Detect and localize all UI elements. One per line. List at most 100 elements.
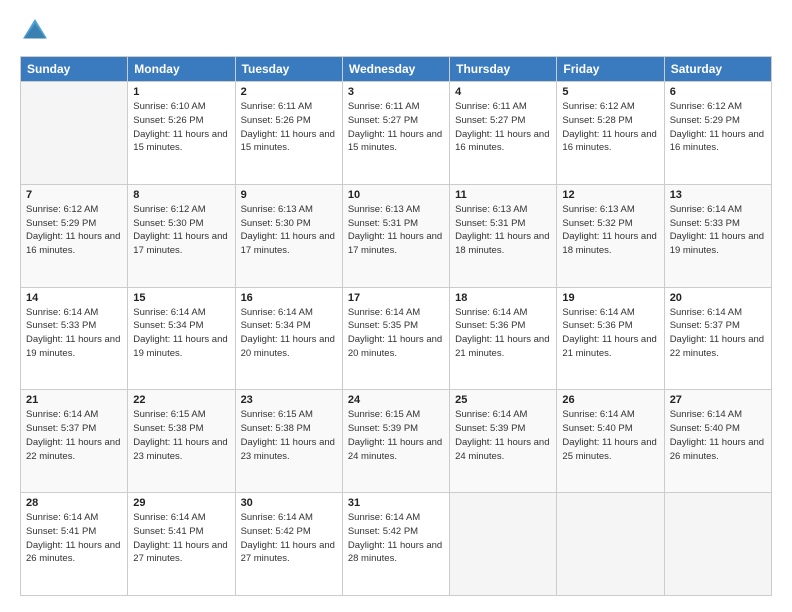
day-number: 23 (241, 394, 337, 406)
day-detail: Sunrise: 6:13 AMSunset: 5:32 PMDaylight:… (562, 203, 658, 258)
day-detail: Sunrise: 6:12 AMSunset: 5:29 PMDaylight:… (26, 203, 122, 258)
day-cell: 31 Sunrise: 6:14 AMSunset: 5:42 PMDaylig… (342, 493, 449, 596)
day-number: 18 (455, 292, 551, 304)
day-cell: 20 Sunrise: 6:14 AMSunset: 5:37 PMDaylig… (664, 287, 771, 390)
day-number: 17 (348, 292, 444, 304)
day-number: 8 (133, 189, 229, 201)
day-number: 21 (26, 394, 122, 406)
day-cell: 10 Sunrise: 6:13 AMSunset: 5:31 PMDaylig… (342, 184, 449, 287)
day-number: 19 (562, 292, 658, 304)
day-detail: Sunrise: 6:14 AMSunset: 5:40 PMDaylight:… (670, 408, 766, 463)
day-number: 7 (26, 189, 122, 201)
day-detail: Sunrise: 6:13 AMSunset: 5:31 PMDaylight:… (455, 203, 551, 258)
day-cell: 2 Sunrise: 6:11 AMSunset: 5:26 PMDayligh… (235, 82, 342, 185)
day-number: 6 (670, 86, 766, 98)
day-detail: Sunrise: 6:15 AMSunset: 5:39 PMDaylight:… (348, 408, 444, 463)
day-detail: Sunrise: 6:14 AMSunset: 5:35 PMDaylight:… (348, 306, 444, 361)
day-number: 31 (348, 497, 444, 509)
day-detail: Sunrise: 6:11 AMSunset: 5:27 PMDaylight:… (348, 100, 444, 155)
day-cell: 17 Sunrise: 6:14 AMSunset: 5:35 PMDaylig… (342, 287, 449, 390)
day-detail: Sunrise: 6:14 AMSunset: 5:34 PMDaylight:… (241, 306, 337, 361)
day-cell: 14 Sunrise: 6:14 AMSunset: 5:33 PMDaylig… (21, 287, 128, 390)
week-row-2: 7 Sunrise: 6:12 AMSunset: 5:29 PMDayligh… (21, 184, 772, 287)
day-cell (557, 493, 664, 596)
day-number: 5 (562, 86, 658, 98)
day-number: 20 (670, 292, 766, 304)
week-row-1: 1 Sunrise: 6:10 AMSunset: 5:26 PMDayligh… (21, 82, 772, 185)
day-number: 15 (133, 292, 229, 304)
col-header-saturday: Saturday (664, 57, 771, 82)
day-number: 3 (348, 86, 444, 98)
day-number: 24 (348, 394, 444, 406)
header (20, 16, 772, 46)
day-cell: 23 Sunrise: 6:15 AMSunset: 5:38 PMDaylig… (235, 390, 342, 493)
calendar-table: SundayMondayTuesdayWednesdayThursdayFrid… (20, 56, 772, 596)
header-row: SundayMondayTuesdayWednesdayThursdayFrid… (21, 57, 772, 82)
day-cell: 5 Sunrise: 6:12 AMSunset: 5:28 PMDayligh… (557, 82, 664, 185)
week-row-4: 21 Sunrise: 6:14 AMSunset: 5:37 PMDaylig… (21, 390, 772, 493)
day-cell: 21 Sunrise: 6:14 AMSunset: 5:37 PMDaylig… (21, 390, 128, 493)
day-cell: 11 Sunrise: 6:13 AMSunset: 5:31 PMDaylig… (450, 184, 557, 287)
day-cell: 15 Sunrise: 6:14 AMSunset: 5:34 PMDaylig… (128, 287, 235, 390)
day-number: 29 (133, 497, 229, 509)
day-number: 22 (133, 394, 229, 406)
week-row-3: 14 Sunrise: 6:14 AMSunset: 5:33 PMDaylig… (21, 287, 772, 390)
day-cell: 3 Sunrise: 6:11 AMSunset: 5:27 PMDayligh… (342, 82, 449, 185)
day-number: 2 (241, 86, 337, 98)
day-detail: Sunrise: 6:14 AMSunset: 5:41 PMDaylight:… (26, 511, 122, 566)
day-cell: 6 Sunrise: 6:12 AMSunset: 5:29 PMDayligh… (664, 82, 771, 185)
day-cell: 27 Sunrise: 6:14 AMSunset: 5:40 PMDaylig… (664, 390, 771, 493)
day-number: 25 (455, 394, 551, 406)
day-detail: Sunrise: 6:10 AMSunset: 5:26 PMDaylight:… (133, 100, 229, 155)
day-detail: Sunrise: 6:13 AMSunset: 5:30 PMDaylight:… (241, 203, 337, 258)
day-cell (21, 82, 128, 185)
col-header-wednesday: Wednesday (342, 57, 449, 82)
day-cell: 9 Sunrise: 6:13 AMSunset: 5:30 PMDayligh… (235, 184, 342, 287)
day-detail: Sunrise: 6:12 AMSunset: 5:30 PMDaylight:… (133, 203, 229, 258)
day-detail: Sunrise: 6:14 AMSunset: 5:33 PMDaylight:… (26, 306, 122, 361)
day-detail: Sunrise: 6:14 AMSunset: 5:33 PMDaylight:… (670, 203, 766, 258)
day-cell: 7 Sunrise: 6:12 AMSunset: 5:29 PMDayligh… (21, 184, 128, 287)
day-detail: Sunrise: 6:12 AMSunset: 5:29 PMDaylight:… (670, 100, 766, 155)
day-cell: 30 Sunrise: 6:14 AMSunset: 5:42 PMDaylig… (235, 493, 342, 596)
day-number: 4 (455, 86, 551, 98)
day-number: 16 (241, 292, 337, 304)
day-detail: Sunrise: 6:14 AMSunset: 5:40 PMDaylight:… (562, 408, 658, 463)
day-cell: 28 Sunrise: 6:14 AMSunset: 5:41 PMDaylig… (21, 493, 128, 596)
day-detail: Sunrise: 6:14 AMSunset: 5:42 PMDaylight:… (348, 511, 444, 566)
day-number: 26 (562, 394, 658, 406)
day-detail: Sunrise: 6:14 AMSunset: 5:37 PMDaylight:… (26, 408, 122, 463)
day-cell: 13 Sunrise: 6:14 AMSunset: 5:33 PMDaylig… (664, 184, 771, 287)
day-detail: Sunrise: 6:14 AMSunset: 5:36 PMDaylight:… (562, 306, 658, 361)
day-cell: 24 Sunrise: 6:15 AMSunset: 5:39 PMDaylig… (342, 390, 449, 493)
col-header-tuesday: Tuesday (235, 57, 342, 82)
day-detail: Sunrise: 6:15 AMSunset: 5:38 PMDaylight:… (241, 408, 337, 463)
day-cell: 19 Sunrise: 6:14 AMSunset: 5:36 PMDaylig… (557, 287, 664, 390)
day-number: 11 (455, 189, 551, 201)
day-detail: Sunrise: 6:14 AMSunset: 5:36 PMDaylight:… (455, 306, 551, 361)
day-detail: Sunrise: 6:14 AMSunset: 5:34 PMDaylight:… (133, 306, 229, 361)
day-cell: 29 Sunrise: 6:14 AMSunset: 5:41 PMDaylig… (128, 493, 235, 596)
day-cell: 12 Sunrise: 6:13 AMSunset: 5:32 PMDaylig… (557, 184, 664, 287)
day-cell: 22 Sunrise: 6:15 AMSunset: 5:38 PMDaylig… (128, 390, 235, 493)
day-cell: 16 Sunrise: 6:14 AMSunset: 5:34 PMDaylig… (235, 287, 342, 390)
day-number: 12 (562, 189, 658, 201)
day-cell (450, 493, 557, 596)
col-header-monday: Monday (128, 57, 235, 82)
day-number: 30 (241, 497, 337, 509)
day-cell: 4 Sunrise: 6:11 AMSunset: 5:27 PMDayligh… (450, 82, 557, 185)
logo (20, 16, 54, 46)
day-cell (664, 493, 771, 596)
day-detail: Sunrise: 6:14 AMSunset: 5:41 PMDaylight:… (133, 511, 229, 566)
day-number: 27 (670, 394, 766, 406)
day-detail: Sunrise: 6:11 AMSunset: 5:26 PMDaylight:… (241, 100, 337, 155)
page: SundayMondayTuesdayWednesdayThursdayFrid… (0, 0, 792, 612)
day-cell: 25 Sunrise: 6:14 AMSunset: 5:39 PMDaylig… (450, 390, 557, 493)
day-detail: Sunrise: 6:11 AMSunset: 5:27 PMDaylight:… (455, 100, 551, 155)
col-header-friday: Friday (557, 57, 664, 82)
day-detail: Sunrise: 6:13 AMSunset: 5:31 PMDaylight:… (348, 203, 444, 258)
day-detail: Sunrise: 6:14 AMSunset: 5:37 PMDaylight:… (670, 306, 766, 361)
day-detail: Sunrise: 6:12 AMSunset: 5:28 PMDaylight:… (562, 100, 658, 155)
col-header-sunday: Sunday (21, 57, 128, 82)
day-number: 1 (133, 86, 229, 98)
